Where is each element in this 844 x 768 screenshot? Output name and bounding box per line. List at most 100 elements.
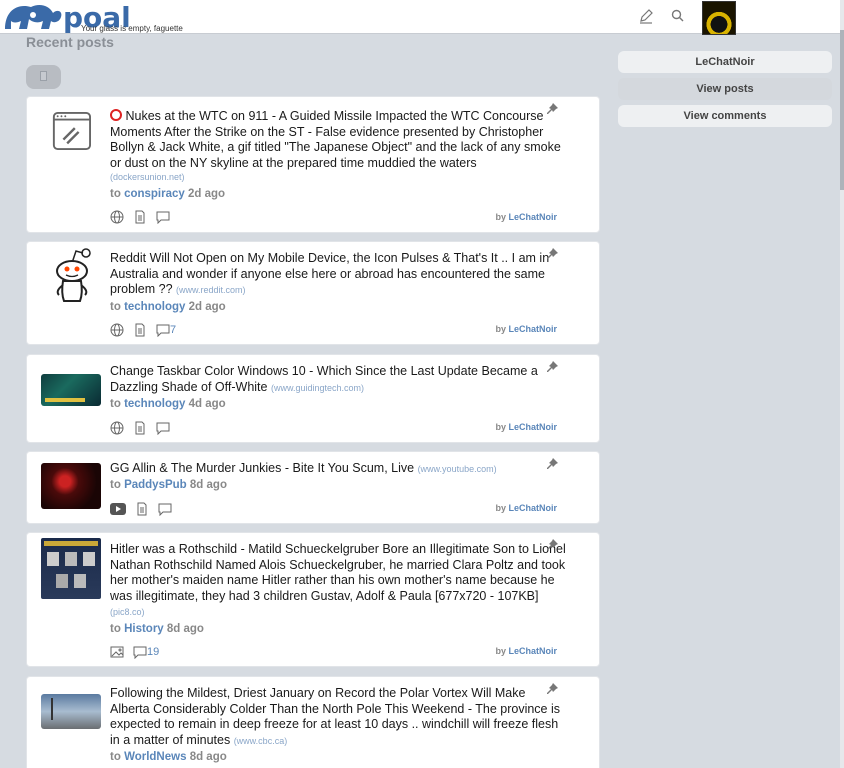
post-title[interactable]: Hitler was a Rothschild - Matild Schueck… bbox=[110, 542, 566, 603]
sub-link[interactable]: History bbox=[124, 623, 164, 635]
post-meta: to PaddysPub 8d ago bbox=[110, 479, 227, 491]
document-icon[interactable] bbox=[133, 421, 147, 435]
pencil-icon[interactable] bbox=[638, 8, 654, 24]
post-age: 8d ago bbox=[189, 751, 227, 763]
post-actions bbox=[110, 502, 172, 516]
infographic-thumb[interactable] bbox=[41, 538, 101, 599]
comment-icon[interactable] bbox=[156, 421, 170, 435]
globe-icon[interactable] bbox=[110, 210, 124, 224]
post-domain[interactable]: (www.cbc.ca) bbox=[234, 736, 288, 746]
comment-count[interactable]: 7 bbox=[170, 324, 176, 336]
sub-link[interactable]: conspiracy bbox=[124, 188, 185, 200]
author-link[interactable]: LeChatNoir bbox=[508, 212, 557, 222]
post-byline: by LeChatNoir bbox=[495, 646, 557, 656]
post-actions: 7 bbox=[110, 323, 176, 337]
comment-icon[interactable] bbox=[156, 323, 170, 337]
fence-post-shape bbox=[51, 698, 53, 720]
post-domain[interactable]: (dockersunion.net) bbox=[110, 172, 185, 182]
post-title[interactable]: Following the Mildest, Driest January on… bbox=[110, 686, 560, 747]
reddit-alien-icon[interactable] bbox=[41, 247, 101, 307]
to-label: to bbox=[110, 398, 121, 410]
play-video-icon[interactable] bbox=[110, 502, 126, 516]
author-link[interactable]: LeChatNoir bbox=[508, 422, 557, 432]
view-comments-button[interactable]: View comments bbox=[618, 105, 832, 127]
globe-icon[interactable] bbox=[110, 421, 124, 435]
post-title-block[interactable]: Nukes at the WTC on 911 - A Guided Missi… bbox=[110, 108, 566, 171]
portrait-shape bbox=[47, 552, 59, 566]
post-age: 4d ago bbox=[188, 398, 226, 410]
post-age: 8d ago bbox=[189, 479, 227, 491]
infographic-banner-shape bbox=[44, 541, 98, 546]
image-icon[interactable] bbox=[110, 645, 124, 659]
pin-icon[interactable] bbox=[545, 247, 559, 261]
post-card: Reddit Will Not Open on My Mobile Device… bbox=[26, 241, 600, 345]
post-domain[interactable]: (pic8.co) bbox=[110, 607, 145, 617]
toggle-icon bbox=[40, 71, 47, 81]
post-domain[interactable]: (www.reddit.com) bbox=[176, 285, 246, 295]
post-title[interactable]: Nukes at the WTC on 911 - A Guided Missi… bbox=[110, 109, 561, 170]
post-meta: to History 8d ago bbox=[110, 623, 204, 635]
document-icon[interactable] bbox=[133, 323, 147, 337]
author-link[interactable]: LeChatNoir bbox=[508, 646, 557, 656]
author-link[interactable]: LeChatNoir bbox=[508, 503, 557, 513]
post-card: Following the Mildest, Driest January on… bbox=[26, 676, 600, 768]
document-icon[interactable] bbox=[135, 502, 149, 516]
post-title-block[interactable]: Change Taskbar Color Windows 10 - Which … bbox=[110, 364, 566, 396]
comment-count[interactable]: 19 bbox=[147, 646, 159, 658]
post-meta: to WorldNews 8d ago bbox=[110, 751, 227, 763]
post-domain[interactable]: (www.youtube.com) bbox=[418, 464, 497, 474]
globe-icon[interactable] bbox=[110, 323, 124, 337]
comment-icon[interactable] bbox=[158, 502, 172, 516]
post-title-block[interactable]: Hitler was a Rothschild - Matild Schueck… bbox=[110, 542, 566, 621]
document-icon[interactable] bbox=[133, 210, 147, 224]
scrollbar-thumb[interactable] bbox=[840, 30, 844, 190]
post-age: 2d ago bbox=[188, 188, 226, 200]
author-link[interactable]: LeChatNoir bbox=[508, 324, 557, 334]
post-age: 2d ago bbox=[188, 301, 226, 313]
sub-link[interactable]: technology bbox=[124, 301, 185, 313]
post-meta: to technology 4d ago bbox=[110, 398, 226, 410]
post-age: 8d ago bbox=[166, 623, 204, 635]
to-label: to bbox=[110, 301, 121, 313]
by-label: by bbox=[495, 212, 506, 222]
post-byline: by LeChatNoir bbox=[495, 212, 557, 222]
post-byline: by LeChatNoir bbox=[495, 324, 557, 334]
comment-icon[interactable] bbox=[156, 210, 170, 224]
portrait-shape bbox=[74, 574, 86, 588]
pin-icon[interactable] bbox=[545, 682, 559, 696]
search-icon[interactable] bbox=[670, 8, 686, 24]
sub-link[interactable]: technology bbox=[124, 398, 185, 410]
to-label: to bbox=[110, 751, 121, 763]
pin-icon[interactable] bbox=[545, 538, 559, 552]
post-byline: by LeChatNoir bbox=[495, 503, 557, 513]
post-card: Nukes at the WTC on 911 - A Guided Missi… bbox=[26, 96, 600, 233]
pin-icon[interactable] bbox=[545, 102, 559, 116]
view-posts-button[interactable]: View posts bbox=[618, 78, 832, 100]
view-toggle-button[interactable] bbox=[26, 65, 61, 89]
windows-screenshot-thumb[interactable] bbox=[41, 374, 101, 406]
portrait-shape bbox=[83, 552, 95, 566]
post-title-block[interactable]: Reddit Will Not Open on My Mobile Device… bbox=[110, 251, 566, 299]
post-card: Change Taskbar Color Windows 10 - Which … bbox=[26, 354, 600, 443]
logo-paw-icon bbox=[5, 5, 62, 29]
post-card: Hitler was a Rothschild - Matild Schueck… bbox=[26, 532, 600, 667]
post-domain[interactable]: (www.guidingtech.com) bbox=[271, 383, 364, 393]
post-title-block[interactable]: GG Allin & The Murder Junkies - Bite It … bbox=[110, 461, 566, 478]
sub-link[interactable]: PaddysPub bbox=[124, 479, 187, 491]
sub-link[interactable]: WorldNews bbox=[124, 751, 186, 763]
sidebar-username-button[interactable]: LeChatNoir bbox=[618, 51, 832, 73]
comment-icon[interactable] bbox=[133, 645, 147, 659]
post-meta: to conspiracy 2d ago bbox=[110, 188, 225, 200]
post-title[interactable]: GG Allin & The Murder Junkies - Bite It … bbox=[110, 461, 414, 475]
pin-icon[interactable] bbox=[545, 360, 559, 374]
portrait-shape bbox=[56, 574, 68, 588]
frost-photo-thumb[interactable] bbox=[41, 694, 101, 729]
link-icon[interactable] bbox=[41, 111, 101, 151]
pin-icon[interactable] bbox=[545, 457, 559, 471]
by-label: by bbox=[495, 646, 506, 656]
user-avatar[interactable] bbox=[702, 1, 736, 35]
post-title-block[interactable]: Following the Mildest, Driest January on… bbox=[110, 686, 566, 749]
concert-photo-thumb[interactable] bbox=[41, 463, 101, 509]
page-scrollbar[interactable] bbox=[840, 0, 844, 768]
by-label: by bbox=[495, 503, 506, 513]
